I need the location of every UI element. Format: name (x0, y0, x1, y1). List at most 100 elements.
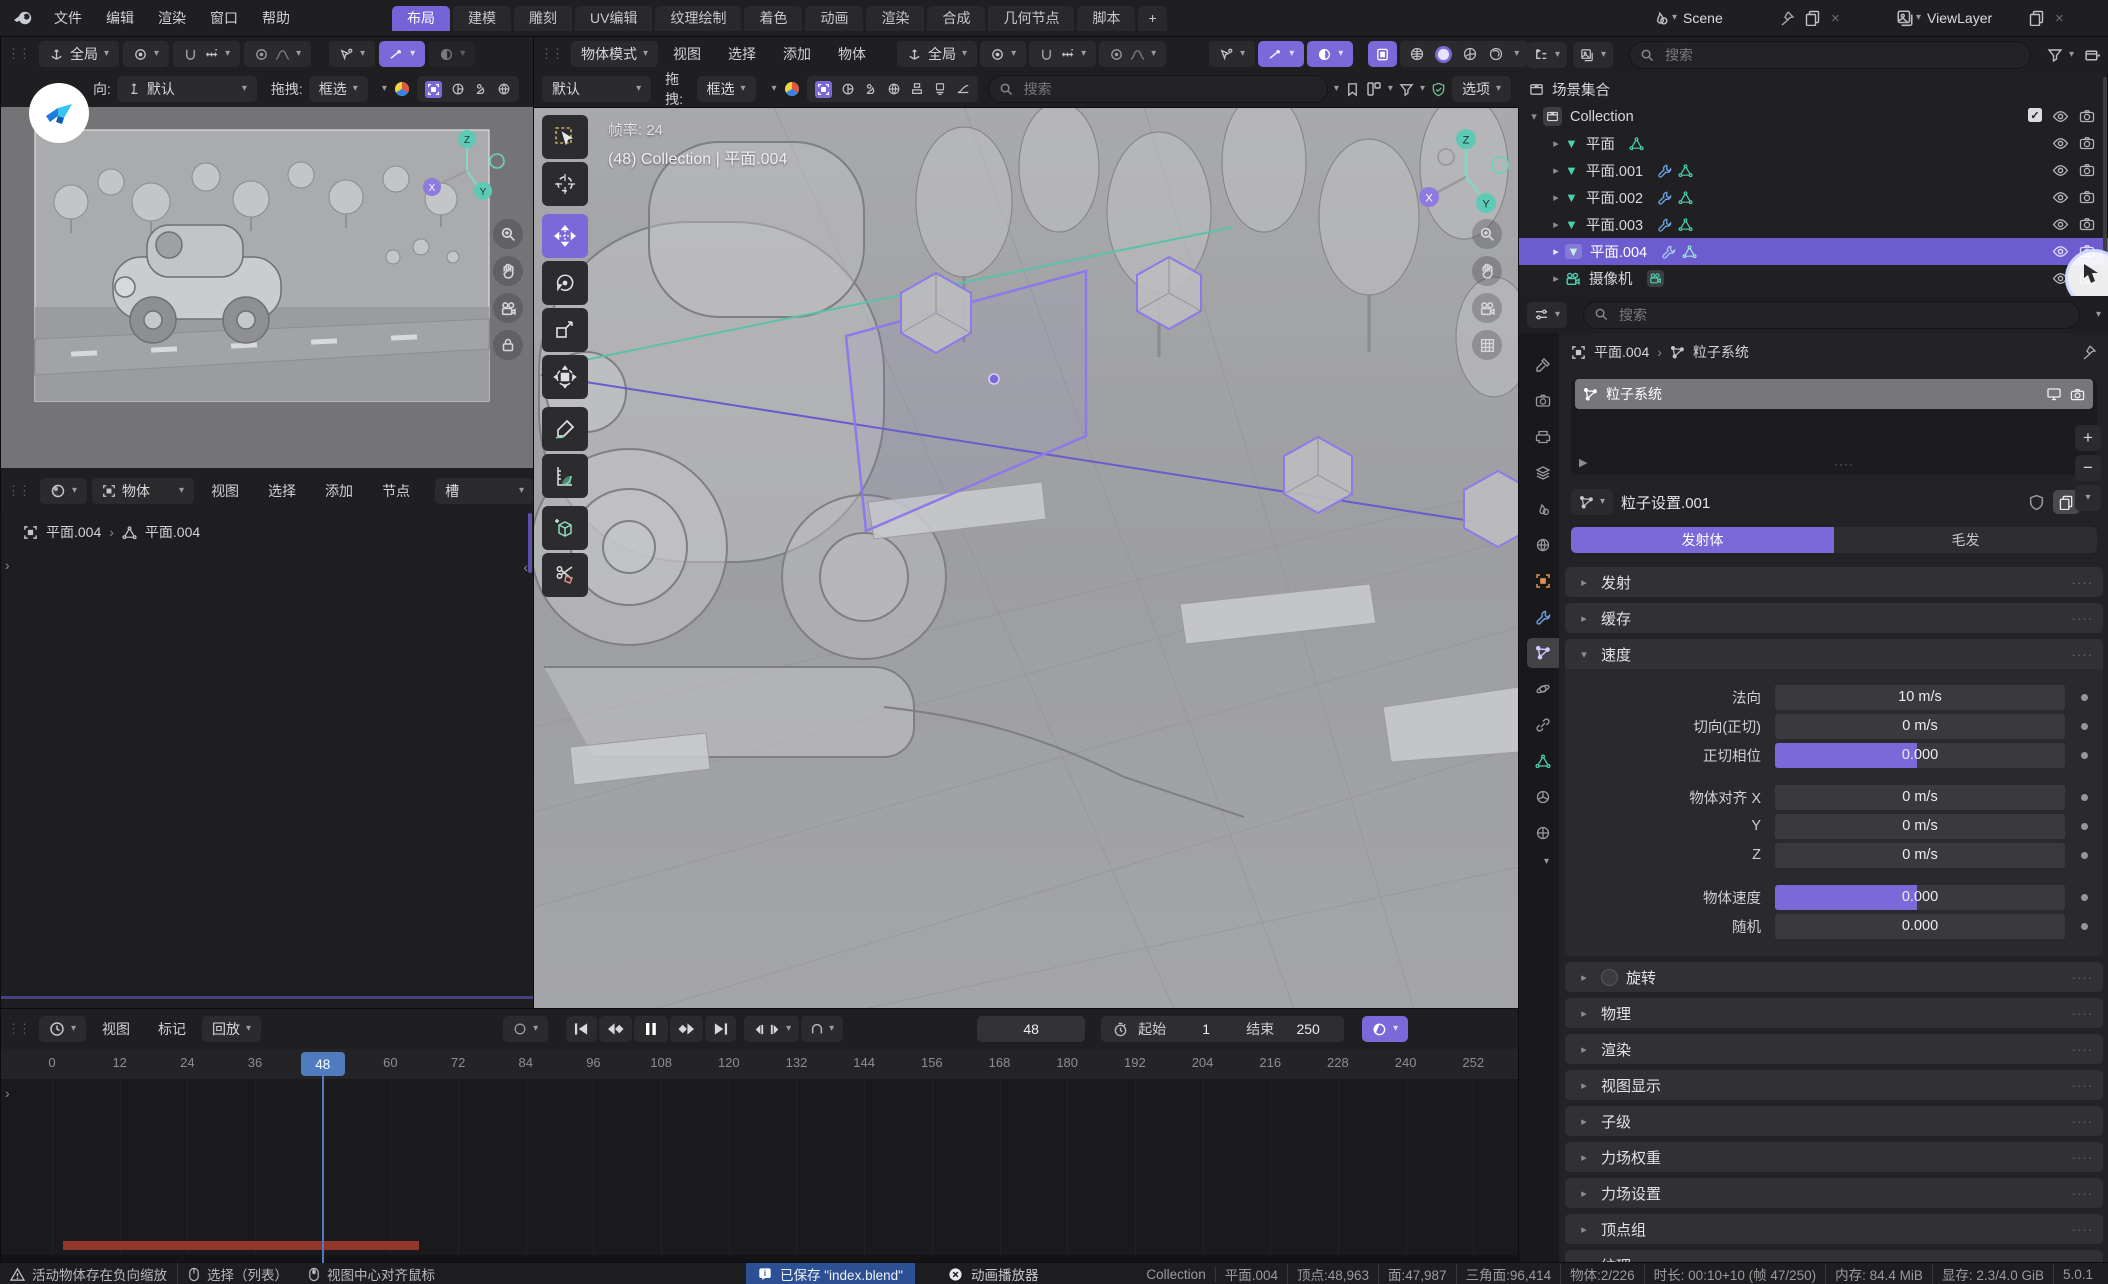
blender-logo-icon[interactable] (12, 7, 34, 29)
prev-keyframe-button[interactable] (599, 1016, 632, 1042)
menu-render[interactable]: 渲染 (146, 8, 198, 28)
properties-editor-dropdown[interactable]: ▾ (1527, 302, 1567, 328)
overlays-toggle[interactable]: ▾ (1258, 41, 1304, 67)
tab-world[interactable] (1527, 530, 1559, 560)
av-sync-toggle[interactable]: ▾ (1362, 1016, 1408, 1042)
eye-icon[interactable] (2052, 108, 2069, 125)
unlink-scene-icon[interactable]: × (1831, 10, 1840, 27)
left-proportional-dropdown[interactable]: ▾ (244, 41, 311, 67)
stopwatch-icon[interactable] (1113, 1022, 1128, 1037)
shading-rendered-icon[interactable] (1488, 46, 1504, 62)
drag-mode-dropdown[interactable]: 框选▾ (697, 76, 756, 102)
section-velocity-header[interactable]: ▾速度···· (1565, 639, 2103, 669)
frame-step-group[interactable]: ▾ (744, 1016, 799, 1042)
gizmo-dropdown[interactable]: ▾ (1209, 41, 1255, 67)
animate-dot[interactable] (2081, 823, 2088, 830)
world-icon[interactable] (887, 82, 901, 96)
saved-message-badge[interactable]: i 已保存 "index.blend" (746, 1263, 915, 1284)
tool-measure[interactable] (542, 454, 588, 498)
tool-preset-dropdown[interactable]: 默认▾ (542, 76, 651, 102)
scene-icon[interactable] (1652, 9, 1670, 27)
animate-dot[interactable] (2081, 852, 2088, 859)
menu-window[interactable]: 窗口 (198, 8, 250, 28)
settings-browse-dropdown[interactable]: ▾ (1571, 489, 1613, 515)
properties-search-input[interactable] (1617, 306, 2069, 324)
properties-search[interactable] (1583, 301, 2080, 329)
tool-select-box[interactable] (542, 115, 588, 159)
align-x-input[interactable]: 0 m/s (1775, 785, 2065, 810)
timeline-canvas[interactable]: › (1, 1079, 1519, 1263)
tab-modeling[interactable]: 建模 (453, 6, 511, 31)
layout-split-icon[interactable] (1366, 81, 1382, 97)
section-physics[interactable]: ▸物理···· (1565, 998, 2103, 1028)
next-keyframe-button[interactable] (670, 1016, 703, 1042)
tab-geometry-nodes[interactable]: 几何节点 (988, 6, 1074, 31)
shader-menu-add[interactable]: 添加 (313, 481, 365, 501)
keying-set-dropdown[interactable]: ▾ (503, 1016, 548, 1042)
left-xray-dropdown[interactable]: ▾ (429, 41, 475, 67)
orientation-dropdown[interactable]: 全局▾ (897, 41, 977, 67)
stencil-icon[interactable] (474, 82, 488, 96)
specials-expand-icon[interactable]: ▶ (1579, 456, 1587, 469)
mode-dropdown[interactable]: 物体模式▾ (571, 41, 658, 67)
tab-object[interactable] (1527, 566, 1559, 596)
tool-add-cube[interactable] (542, 506, 588, 550)
channel-expand-icon[interactable]: › (5, 1085, 10, 1101)
shading-wireframe-icon[interactable] (1409, 46, 1425, 62)
expand-icon[interactable]: ▸ (1547, 137, 1565, 150)
outliner-item-plane-002[interactable]: ▸▼ 平面.002 (1519, 184, 2108, 211)
left-gizmo-dropdown[interactable]: ▾ (329, 41, 375, 67)
shader-menu-select[interactable]: 选择 (256, 481, 308, 501)
tab-particles-active[interactable] (1527, 638, 1559, 668)
tab-sculpt[interactable]: 雕刻 (514, 6, 572, 31)
tab-overflow-icon[interactable]: ▾ (1544, 857, 1549, 867)
properties-options-icon[interactable]: ▾ (2096, 310, 2101, 320)
tab-view-layer[interactable] (1527, 458, 1559, 488)
left-orientation-dropdown[interactable]: 全局▾ (39, 41, 119, 67)
shading-solid-icon[interactable] (1435, 46, 1452, 63)
loop-toggle[interactable]: ▾ (801, 1016, 843, 1042)
section-rotation[interactable]: ▸旋转···· (1565, 962, 2103, 992)
animate-dot[interactable] (2081, 794, 2088, 801)
eye-icon[interactable] (2052, 135, 2069, 152)
shield-check-icon[interactable] (1431, 82, 1446, 97)
outliner-editor-dropdown[interactable]: ▾ (1527, 42, 1567, 68)
tangent-phase-slider[interactable]: 0.000 (1775, 743, 2065, 768)
zoom-icon[interactable] (1472, 219, 1502, 249)
list-specials-button[interactable]: ▾ (2075, 485, 2101, 511)
tool-scale[interactable] (542, 308, 588, 352)
playhead-line[interactable] (322, 1073, 324, 1263)
scene-collection-row[interactable]: 场景集合 (1519, 76, 2108, 103)
new-collection-icon[interactable] (2084, 47, 2101, 64)
timeline-ruler[interactable]: 0122436607284961081201321441561681801922… (1, 1049, 1519, 1080)
shader-editor-canvas[interactable]: 平面.004 › 平面.004 › ‹ (1, 513, 534, 1009)
axis-gizmo[interactable]: Z X Y (1412, 121, 1512, 221)
filter-icon[interactable] (2047, 47, 2063, 63)
camera-toggle-icon[interactable] (2079, 108, 2095, 125)
zoom-icon[interactable] (493, 219, 523, 249)
section-vertex-groups[interactable]: ▸顶点组···· (1565, 1214, 2103, 1244)
camera-toggle-icon[interactable] (2079, 135, 2095, 152)
animate-dot[interactable] (2081, 752, 2088, 759)
scrollbar[interactable] (2103, 77, 2107, 277)
start-value[interactable]: 1 (1176, 1021, 1236, 1037)
collection-row[interactable]: ▾ Collection ✓ (1519, 103, 2108, 130)
pin-icon[interactable] (2081, 344, 2097, 360)
monitor-icon[interactable] (2046, 386, 2062, 402)
viewport-search[interactable] (988, 75, 1328, 103)
tab-emitter[interactable]: 发射体 (1571, 527, 1834, 553)
tool-annotate[interactable] (542, 407, 588, 451)
menu-edit[interactable]: 编辑 (94, 8, 146, 28)
xray-toggle[interactable]: ▾ (1307, 41, 1353, 67)
left-drag-mode-dropdown[interactable]: 框选▾ (309, 76, 368, 102)
tab-scene[interactable] (1527, 494, 1559, 524)
stencil-icon[interactable] (864, 82, 878, 96)
pin-icon[interactable] (1779, 10, 1795, 26)
tab-compositing[interactable]: 合成 (927, 6, 985, 31)
eye-icon[interactable] (2052, 216, 2069, 233)
particle-system-item-selected[interactable]: 粒子系统 (1575, 379, 2093, 409)
camera-view-icon[interactable] (1472, 293, 1502, 323)
tab-scripting[interactable]: 脚本 (1077, 6, 1135, 31)
proportional-dropdown[interactable]: ▾ (1099, 41, 1166, 67)
add-particle-system-button[interactable]: + (2075, 425, 2101, 451)
